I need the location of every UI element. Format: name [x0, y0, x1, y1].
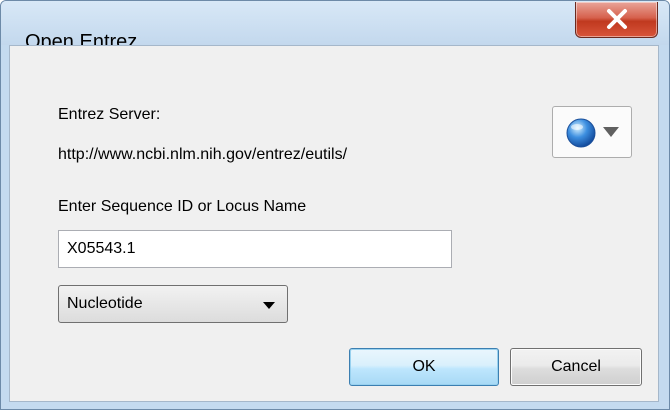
- database-select[interactable]: Nucleotide: [58, 285, 288, 323]
- close-button[interactable]: [575, 2, 658, 38]
- sequence-id-input[interactable]: X05543.1: [58, 230, 452, 268]
- close-x-icon: [607, 9, 627, 29]
- title-bar[interactable]: Open Entrez: [1, 1, 669, 53]
- sequence-id-label: Enter Sequence ID or Locus Name: [58, 198, 307, 215]
- dialog-content: Entrez Server: http://www.ncbi.nlm.nih.g…: [9, 45, 659, 402]
- globe-icon: [566, 118, 619, 148]
- chevron-down-icon: [603, 127, 619, 137]
- ok-button[interactable]: OK: [349, 348, 499, 386]
- server-select-button[interactable]: [552, 106, 632, 158]
- open-entrez-dialog: Open Entrez Entrez Server: http://www.nc…: [0, 0, 670, 410]
- entrez-server-label: Entrez Server:: [58, 106, 161, 123]
- entrez-server-url: http://www.ncbi.nlm.nih.gov/entrez/eutil…: [58, 146, 348, 163]
- cancel-button[interactable]: Cancel: [510, 348, 642, 386]
- database-select-value: Nucleotide: [67, 295, 143, 312]
- dropdown-arrow-icon: [263, 302, 275, 309]
